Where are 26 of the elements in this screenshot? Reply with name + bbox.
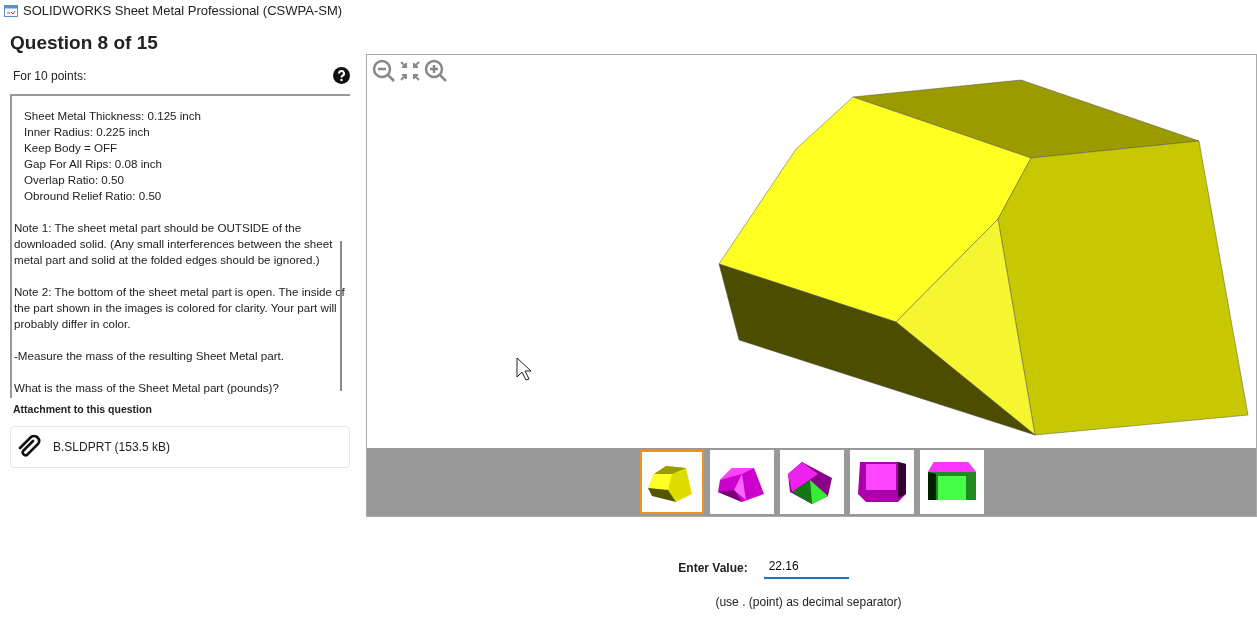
window-title: SOLIDWORKS Sheet Metal Professional (CSWPA-SM)	[23, 2, 343, 21]
view-thumbnail[interactable]	[639, 450, 704, 514]
points-label: For 10 points:	[13, 67, 87, 85]
zoom-out-icon[interactable]	[372, 59, 396, 83]
scrollbar-thumb[interactable]	[340, 240, 342, 391]
question-paragraph: -Measure the mass of the resulting Sheet Metal part.	[14, 347, 285, 364]
parameter-line: Overlap Ratio: 0.50	[24, 171, 125, 188]
fit-view-icon[interactable]	[398, 59, 422, 83]
parameter-line: Gap For All Rips: 0.08 inch	[24, 155, 163, 172]
zoom-in-icon[interactable]	[424, 59, 448, 83]
question-paragraph: Note 1: The sheet metal part should be OUTSIDE of the downloaded solid. (Any small interferences between the sheet metal part and solid at the folded edges should be ignored.)	[14, 219, 334, 268]
attachment-heading: Attachment to this question	[13, 401, 153, 417]
part-model-drawing[interactable]	[717, 79, 1250, 437]
hint-text: (use . (point) as decimal separator)	[715, 594, 902, 611]
attachment-link[interactable]: B.SLDPRT (153.5 kB)	[10, 425, 350, 468]
question-title: Question 8 of 15	[10, 32, 159, 55]
parameter-line: Obround Relief Ratio: 0.50	[24, 187, 163, 204]
parameter-line: Keep Body = OFF	[24, 139, 119, 156]
answer-label: Enter Value:	[678, 560, 748, 577]
parameter-line: Inner Radius: 0.225 inch	[24, 123, 151, 140]
help-icon[interactable]	[333, 67, 350, 85]
question-paragraph: What is the mass of the Sheet Metal part (pounds)?	[14, 379, 280, 396]
mouse-pointer-icon	[516, 357, 532, 381]
app-icon	[4, 5, 18, 17]
paperclip-icon	[17, 434, 43, 459]
parameter-line: Sheet Metal Thickness: 0.125 inch	[24, 107, 202, 124]
